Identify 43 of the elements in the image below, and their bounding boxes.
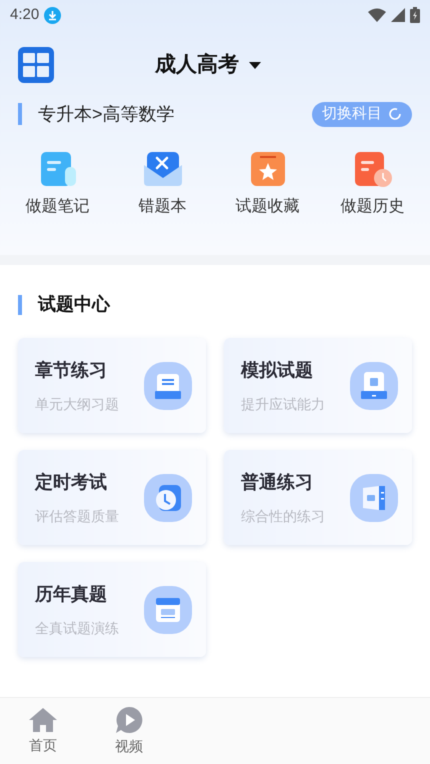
note-icon: [40, 151, 76, 187]
card-title: 章节练习: [35, 358, 107, 382]
shortcut-item[interactable]: 做题历史: [320, 151, 425, 219]
section-title: 试题中心: [38, 293, 110, 316]
card-subtitle: 全真试题演练: [35, 618, 119, 638]
star-box-icon: [250, 151, 286, 187]
download-icon: [44, 6, 62, 24]
wifi-icon: [368, 8, 386, 22]
home-icon: [28, 706, 58, 732]
practice-card[interactable]: 模拟试题 提升应试能力: [224, 338, 412, 433]
caret-icon: [249, 62, 261, 68]
signal-icon: [391, 8, 405, 22]
nav-tab[interactable]: 首页: [0, 698, 86, 764]
play-icon: [115, 706, 143, 734]
document-clock-icon: [354, 151, 392, 187]
practice-card[interactable]: 历年真题 全真试题演练: [18, 562, 206, 657]
clock-icon: [144, 474, 192, 522]
card-title: 历年真题: [35, 582, 107, 606]
app-logo: [18, 47, 54, 83]
exam-paper-icon: [350, 362, 398, 410]
card-title: 定时考试: [35, 470, 107, 494]
book-icon: [350, 474, 398, 522]
shortcut-item[interactable]: 错题本: [110, 151, 215, 219]
card-subtitle: 单元大纲习题: [35, 394, 119, 414]
practice-card[interactable]: 章节练习 单元大纲习题: [18, 338, 206, 433]
subject-path: 专升本>高等数学: [38, 102, 175, 126]
card-title: 普通练习: [241, 470, 313, 494]
unit-document-icon: [144, 362, 192, 410]
calendar-icon: [144, 586, 192, 634]
card-subtitle: 提升应试能力: [241, 394, 325, 414]
exam-type-dropdown[interactable]: 成人高考: [155, 49, 261, 81]
status-time: 4:20: [10, 4, 40, 25]
card-subtitle: 评估答题质量: [35, 506, 119, 526]
card-title: 模拟试题: [241, 358, 313, 382]
envelope-x-icon: [144, 151, 182, 187]
nav-tab[interactable]: 视频: [86, 698, 172, 764]
practice-card[interactable]: 普通练习 综合性的练习: [224, 450, 412, 545]
refresh-icon: [388, 107, 402, 121]
card-subtitle: 综合性的练习: [241, 506, 325, 526]
shortcut-item[interactable]: 做题笔记: [5, 151, 110, 219]
practice-card[interactable]: 定时考试 评估答题质量: [18, 450, 206, 545]
shortcut-item[interactable]: 试题收藏: [215, 151, 320, 219]
battery-icon: [410, 7, 420, 23]
